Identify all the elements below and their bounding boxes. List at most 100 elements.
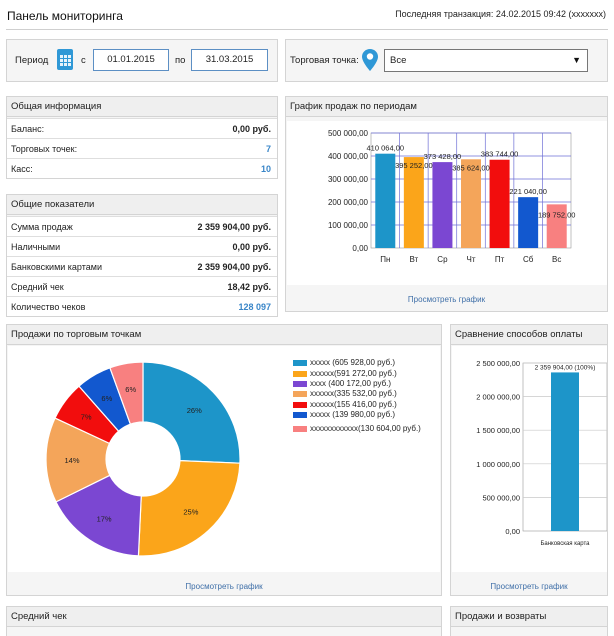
metric-row: Сумма продаж 2 359 904,00 руб. [7, 216, 277, 236]
view-store-chart-link[interactable]: Просмотреть график [7, 582, 441, 591]
info-label: Торговых точек: [11, 144, 78, 154]
view-payment-chart-link[interactable]: Просмотреть график [451, 582, 607, 591]
payment-methods-panel: Сравнение способов оплаты 0,00 500 000,00… [450, 324, 608, 596]
stores-count-link[interactable]: 7 [266, 144, 271, 154]
bar [489, 159, 510, 248]
legend-item: xxxxxx(335 532,00 руб.) [310, 389, 397, 398]
legend-swatch [293, 426, 307, 432]
dropdown-arrow-icon: ▼ [572, 55, 581, 65]
x-tick-label: Вт [409, 255, 418, 264]
legend-item: xxxxxx(155 416,00 руб.) [310, 400, 397, 409]
bar [375, 153, 396, 248]
data-label: 2 359 904,00 (100%) [535, 364, 596, 371]
view-period-chart-link[interactable]: Просмотреть график [286, 295, 607, 304]
avg-check-title: Средний чек [7, 607, 441, 627]
registers-count-link[interactable]: 10 [261, 164, 271, 174]
x-tick-label: Пн [380, 255, 390, 264]
data-label: 410 064,00 [367, 144, 405, 153]
legend-item: xxxx (400 172,00 руб.) [310, 379, 392, 388]
legend-swatch [293, 412, 307, 418]
legend-item: xxxxxx(591 272,00 руб.) [310, 369, 397, 378]
metric-row: Банковскими картами 2 359 904,00 руб. [7, 256, 277, 276]
metric-value: 18,42 руб. [227, 282, 271, 292]
y-tick-label: 2 500 000,00 [476, 359, 520, 368]
legend-swatch [293, 402, 307, 408]
slice-label: 26% [187, 406, 202, 415]
y-tick-label: 500 000,00 [328, 129, 369, 138]
y-tick-label: 0,00 [505, 527, 520, 536]
data-label: 385 624,00 [452, 163, 490, 172]
legend-swatch [293, 381, 307, 387]
general-metrics-panel: Общие показатели Сумма продаж 2 359 904,… [6, 194, 278, 317]
y-tick-label: 200 000,00 [328, 198, 369, 207]
data-label: 383 744,00 [481, 150, 519, 159]
x-tick-label: Банковская карта [540, 541, 590, 547]
date-from-input[interactable]: 01.01.2015 [93, 49, 169, 71]
page-title: Панель мониторинга [7, 9, 123, 23]
legend-swatch [293, 371, 307, 377]
x-tick-label: Чт [467, 255, 476, 264]
y-tick-label: 2 000 000,00 [476, 393, 520, 402]
general-metrics-title: Общие показатели [7, 195, 277, 215]
payment-methods-title: Сравнение способов оплаты [451, 325, 607, 345]
checks-count-link[interactable]: 128 097 [238, 302, 271, 312]
data-label: 373 428,00 [424, 152, 462, 161]
y-tick-label: 100 000,00 [328, 221, 369, 230]
x-tick-label: Вс [552, 255, 561, 264]
info-value: 0,00 руб. [232, 124, 271, 134]
from-label: с [81, 55, 86, 66]
legend-item: xxxxx (139 980,00 руб.) [310, 410, 396, 419]
general-info-panel: Общая информация Баланс: 0,00 руб. Торго… [6, 96, 278, 179]
sales-by-store-chart-area: 26% 25% 17% 14% 7% 6% 6% xxxxx (605 928,00 руб… [8, 346, 440, 572]
metric-label: Средний чек [11, 282, 64, 292]
metric-label: Наличными [11, 242, 61, 252]
store-select-value: Все [390, 55, 407, 66]
payment-methods-chart-area: 0,00 500 000,00 1 000 000,00 1 500 000,00 2 … [452, 346, 608, 572]
slice-label: 25% [183, 507, 198, 516]
metric-label: Количество чеков [11, 302, 86, 312]
info-row-registers: Касс: 10 [7, 158, 277, 178]
store-filter-panel: Торговая точка: Все ▼ [285, 39, 608, 82]
metric-row: Средний чек 18,42 руб. [7, 276, 277, 296]
sales-by-period-chart-area: 0,00 100 000,00 200 000,00 300 000,00 400 00… [287, 121, 607, 285]
legend-item: xxxxxxxxxxxx(130 604,00 руб.) [310, 424, 421, 433]
x-tick-label: Сб [523, 255, 534, 264]
info-row-balance: Баланс: 0,00 руб. [7, 118, 277, 138]
slice-label: 6% [125, 385, 136, 394]
slice-label: 6% [101, 394, 112, 403]
metric-row: Количество чеков 128 097 [7, 296, 277, 316]
bar [461, 159, 481, 248]
date-to-input[interactable]: 31.03.2015 [191, 49, 268, 71]
data-label: 395 252,00 [395, 161, 433, 170]
metric-row: Наличными 0,00 руб. [7, 236, 277, 256]
location-pin-icon [362, 49, 378, 71]
metric-value: 2 359 904,00 руб. [197, 222, 272, 232]
period-label: Период [15, 55, 49, 66]
sales-by-period-chart: 0,00 100 000,00 200 000,00 300 000,00 400 00… [328, 129, 576, 264]
sales-by-period-panel: График продаж по периодам 0,00 100 000,00… [285, 96, 608, 312]
y-tick-label: 400 000,00 [328, 152, 369, 161]
store-label: Торговая точка: [290, 55, 359, 66]
data-label: 221 040,00 [509, 187, 547, 196]
y-tick-label: 1 000 000,00 [476, 460, 520, 469]
sales-by-period-title: График продаж по периодам [286, 97, 607, 117]
page-header: Панель мониторинга Последняя транзакция:… [6, 0, 608, 30]
to-label: по [175, 55, 186, 66]
bar [432, 162, 453, 248]
store-select[interactable]: Все ▼ [384, 49, 588, 72]
sales-returns-panel: Продажи и возвраты [450, 606, 608, 636]
sales-by-store-panel: Продажи по торговым точкам 26% 25% 17% 14% 7… [6, 324, 442, 596]
general-info-title: Общая информация [7, 97, 277, 117]
y-tick-label: 500 000,00 [482, 493, 520, 502]
legend-item: xxxxx (605 928,00 руб.) [310, 358, 396, 367]
bar [518, 197, 539, 248]
info-label: Баланс: [11, 124, 45, 134]
avg-check-panel: Средний чек [6, 606, 442, 636]
metric-value: 2 359 904,00 руб. [197, 262, 272, 272]
x-tick-label: Пт [495, 255, 505, 264]
x-tick-label: Ср [437, 255, 448, 264]
info-row-stores: Торговых точек: 7 [7, 138, 277, 158]
y-tick-label: 1 500 000,00 [476, 426, 520, 435]
y-tick-label: 0,00 [352, 244, 368, 253]
calendar-icon[interactable] [57, 49, 73, 70]
